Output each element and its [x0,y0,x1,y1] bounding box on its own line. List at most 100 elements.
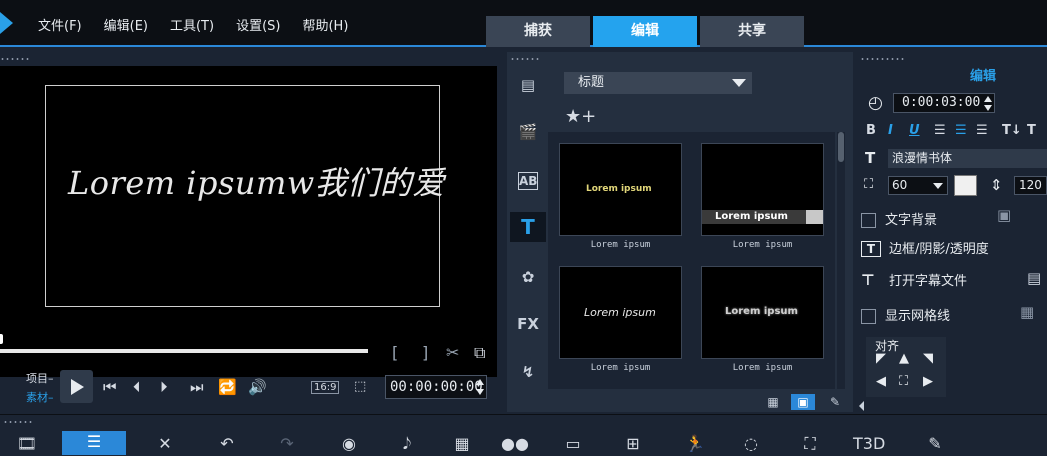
menu-file[interactable]: 文件(F) [38,15,82,34]
panel-grip[interactable] [510,57,540,61]
sound-mixer-icon[interactable]: 𝅘𝅥𝅮 [392,433,422,455]
show-grid-option[interactable]: 显示网格线 [861,305,950,324]
scrollbar-thumb[interactable] [838,132,844,162]
panel-grip[interactable] [0,57,30,61]
italic-button[interactable]: I [888,123,893,138]
clip-mode-label[interactable]: 素材– [26,389,54,405]
scrub-handle[interactable] [0,334,3,344]
repeat-icon[interactable]: 🔁 [218,378,237,396]
pan-zoom-icon[interactable]: ⛶ [795,433,825,455]
timecode-field[interactable]: 00:00:00:00 [385,375,487,399]
enlarge-preview-icon[interactable]: ⧉ [474,343,485,363]
crop-icon[interactable]: ⬚ [354,379,366,394]
panel-grip[interactable] [3,420,33,424]
subtitle-editor-icon[interactable]: ▭ [558,433,588,455]
timecode-down-icon[interactable] [476,389,484,395]
volume-icon[interactable]: 🔊 [248,378,267,396]
go-to-start-icon[interactable]: ⏮ [103,378,117,396]
text-background-option[interactable]: 文字背景 [861,209,937,228]
add-to-favorites-icon[interactable]: ★+ [565,106,596,127]
storyboard-view-icon[interactable]: 🎞 [12,433,42,455]
timeline-view-icon[interactable]: ☰ [62,431,126,455]
3d-title-editor-icon[interactable]: T3D [853,433,885,455]
font-color-swatch[interactable] [954,175,977,196]
library-scrollbar[interactable] [837,132,845,389]
go-to-end-icon[interactable]: ⏭ [190,378,204,396]
align-top-center-icon[interactable]: ▲ [899,351,909,366]
align-middle-left-icon[interactable]: ◀ [876,374,886,389]
tab-edit[interactable]: 编辑 [593,16,697,47]
project-mode-label[interactable]: 项目– [26,370,54,386]
show-grid-checkbox[interactable] [861,309,876,324]
play-button[interactable] [60,370,93,403]
title-thumbnail[interactable]: Lorem ipsum [701,266,824,359]
tab-share[interactable]: 共享 [700,16,804,47]
text-direction-icon[interactable]: T↓ [1002,123,1022,138]
aspect-ratio-button[interactable]: 16:9 [311,381,340,394]
underline-button[interactable]: U [909,123,920,138]
align-left-icon[interactable]: ☰ [934,123,946,138]
list-view-icon[interactable]: ▣ [791,394,815,410]
edit-view-icon[interactable]: ✎ [823,394,847,410]
preview-title-text[interactable]: Lorem ipsumw我们的爱 [68,158,445,204]
graphics-icon[interactable]: ✿ [515,264,541,290]
time-remapping-icon[interactable]: 🏃 [680,433,710,455]
text-background-settings-icon[interactable]: ▣ [997,206,1011,224]
bold-button[interactable]: B [866,123,876,138]
panel-grip[interactable] [860,57,904,61]
align-center-icon[interactable]: ⛶ [899,374,908,389]
align-center-icon[interactable]: ☰ [955,123,967,138]
previous-frame-icon[interactable]: ⏴ [133,378,141,396]
open-subtitle-option[interactable]: ⊤ 打开字幕文件 [861,270,967,289]
title-icon[interactable]: T [510,212,546,242]
align-top-left-icon[interactable]: ◤ [876,351,886,366]
painting-creator-icon[interactable]: ✎ [920,433,950,455]
title-thumbnail[interactable]: Lorem ipsum [559,266,682,359]
align-right-icon[interactable]: ☰ [976,123,988,138]
next-frame-icon[interactable]: ⏵ [160,378,168,396]
filter-icon[interactable]: FX [515,311,541,337]
collapse-panel-icon[interactable] [859,401,864,411]
mark-out-icon[interactable]: ] [422,343,428,362]
menu-settings[interactable]: 设置(S) [236,15,280,34]
tab-capture[interactable]: 捕获 [486,16,590,47]
motion-tracking-icon[interactable]: ●● [500,433,530,455]
text-background-checkbox[interactable] [861,213,876,228]
instant-project-icon[interactable]: 🎬 [515,119,541,145]
border-shadow-option[interactable]: T 边框/阴影/透明度 [861,238,989,257]
save-subtitle-icon[interactable]: ▤ [1027,269,1041,287]
transition-icon[interactable]: AB [518,172,538,190]
menu-edit[interactable]: 编辑(E) [104,15,148,34]
align-middle-right-icon[interactable]: ▶ [923,374,933,389]
undo-icon[interactable]: ↶ [212,433,242,455]
media-icon[interactable]: ▤ [515,72,541,98]
font-name-field[interactable]: 浪漫情书体 [888,149,1047,168]
text-orientation-icon[interactable]: T [1027,123,1036,138]
thumbnail-view-icon[interactable]: ▦ [761,394,785,410]
mark-in-icon[interactable]: [ [392,343,398,362]
timecode-up-icon[interactable] [476,379,484,385]
align-top-right-icon[interactable]: ◥ [923,351,933,366]
font-size-select[interactable]: 60 [888,176,948,195]
preview-scrub-bar[interactable] [0,349,368,353]
menu-help[interactable]: 帮助(H) [302,15,348,34]
path-icon[interactable]: ↯ [515,359,541,385]
redo-icon[interactable]: ↷ [272,433,302,455]
line-spacing-field[interactable]: 120 [1014,176,1047,195]
mask-creator-icon[interactable]: ◌ [736,433,766,455]
title-thumbnail[interactable]: Lorem ipsum [559,143,682,236]
duration-up-icon[interactable] [984,96,992,102]
app-logo-icon[interactable] [0,12,13,34]
multi-camera-icon[interactable]: ⊞ [618,433,648,455]
title-thumbnail[interactable]: Lorem ipsum [701,143,824,236]
duration-down-icon[interactable] [984,105,992,111]
menu-tools[interactable]: 工具(T) [170,15,214,34]
record-capture-icon[interactable]: ◉ [334,433,364,455]
grid-settings-icon[interactable]: ▦ [1020,303,1034,321]
scissors-icon[interactable]: ✂ [446,343,459,362]
category-select[interactable]: 标题 [564,72,752,94]
toolbox-icon[interactable]: ✕ [150,433,180,455]
preview-screen[interactable]: Lorem ipsumw我们的爱 [0,66,497,377]
auto-music-icon[interactable]: ▦ [447,433,477,455]
duration-field[interactable]: 0:00:03:00 [893,93,995,113]
